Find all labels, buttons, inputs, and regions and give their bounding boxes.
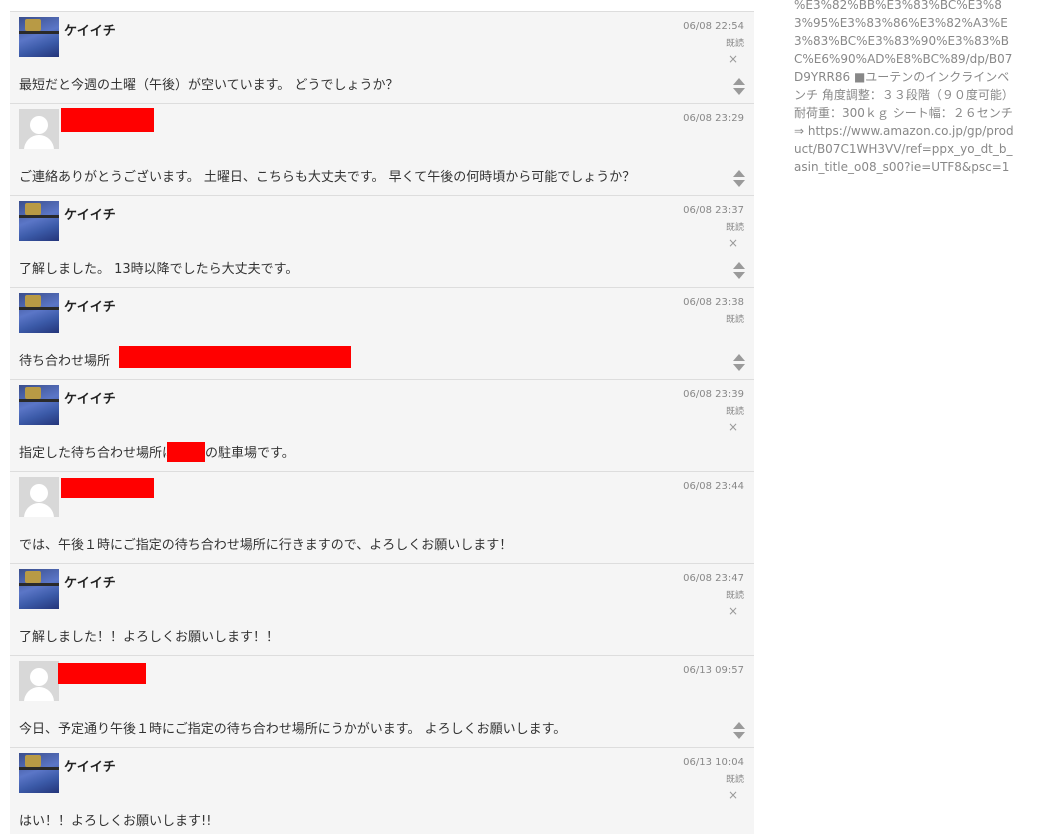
message-thread: ケイイチ 06/08 22:54 既読 × 最短だと今週の土曜（午後）が空いてい… — [10, 0, 754, 834]
message-timestamp: 06/08 23:39 — [683, 389, 744, 400]
message-timestamp: 06/08 23:44 — [683, 481, 744, 492]
message-timestamp: 06/13 10:04 — [683, 757, 744, 768]
message-timestamp: 06/08 23:47 — [683, 573, 744, 584]
redacted-name — [58, 663, 146, 684]
read-status: 既読 — [725, 223, 744, 233]
avatar[interactable] — [19, 753, 59, 793]
message-text: ご連絡ありがとうございます。 土曜日、こちらも大丈夫です。 早くて午後の何時頃か… — [19, 170, 636, 185]
delete-message-icon[interactable]: × — [728, 604, 738, 618]
message-timestamp: 06/13 09:57 — [683, 665, 744, 676]
delete-message-icon[interactable]: × — [728, 420, 738, 434]
message-item: ケイイチ 06/13 10:04 既読 × はい！！よろしくお願いします!! — [10, 748, 754, 834]
avatar[interactable] — [19, 201, 59, 241]
redacted-location — [119, 346, 351, 368]
message-text-before: 指定した待ち合わせ場所は — [19, 446, 176, 461]
redacted-location — [167, 442, 206, 462]
avatar[interactable] — [19, 293, 59, 333]
sender-name: ケイイチ — [64, 24, 116, 39]
read-status: 既読 — [725, 39, 744, 49]
sender-name: ケイイチ — [64, 392, 116, 407]
default-avatar-icon[interactable] — [19, 109, 59, 149]
message-item: ケイイチ 06/08 22:54 既読 × 最短だと今週の土曜（午後）が空いてい… — [10, 12, 754, 104]
message-item: ケイイチ 06/08 23:37 既読 × 了解しました。 13時以降でしたら大… — [10, 196, 754, 288]
message-text: 待ち合わせ場所 — [19, 354, 111, 369]
message-item: ケイイチ 06/08 23:38 既読 待ち合わせ場所 — [10, 288, 754, 380]
message-timestamp: 06/08 23:38 — [683, 297, 744, 308]
message-text: 了解しました！！よろしくお願いします！！ — [19, 630, 280, 645]
sender-name: ケイイチ — [64, 208, 116, 223]
sort-arrows-icon[interactable] — [733, 78, 745, 96]
sender-name: ケイイチ — [64, 760, 116, 775]
default-avatar-icon[interactable] — [19, 477, 59, 517]
message-item: 06/13 09:57 今日、予定通り午後１時にご指定の待ち合わせ場所にうかがい… — [10, 656, 754, 748]
sort-arrows-icon[interactable] — [733, 262, 745, 280]
avatar[interactable] — [19, 569, 59, 609]
message-item: ケイイチ 06/08 23:39 既読 × 指定した待ち合わせ場所は の駐車場です… — [10, 380, 754, 472]
delete-message-icon[interactable]: × — [728, 788, 738, 802]
message-text: 了解しました。 13時以降でしたら大丈夫です。 — [19, 262, 299, 277]
sort-arrows-icon[interactable] — [733, 170, 745, 188]
message-timestamp: 06/08 23:29 — [683, 113, 744, 124]
read-status: 既読 — [725, 315, 744, 325]
message-item: ケイイチ 06/08 23:47 既読 × 了解しました！！よろしくお願いします… — [10, 564, 754, 656]
delete-message-icon[interactable]: × — [728, 52, 738, 66]
sender-name: ケイイチ — [64, 300, 116, 315]
message-text-after: の駐車場です。 — [205, 446, 295, 461]
sort-arrows-icon[interactable] — [733, 354, 745, 372]
message-text: はい！！よろしくお願いします!! — [19, 814, 212, 829]
read-status: 既読 — [725, 591, 744, 601]
message-item: 06/08 23:44 では、午後１時にご指定の待ち合わせ場所に行きますので、よ… — [10, 472, 754, 564]
redacted-name — [61, 478, 154, 498]
message-text: 最短だと今週の土曜（午後）が空いています。 どうでしょうか？ — [19, 78, 399, 93]
message-text: 指定した待ち合わせ場所は の駐車場です。 — [19, 442, 295, 462]
default-avatar-icon[interactable] — [19, 661, 59, 701]
sender-name: ケイイチ — [64, 576, 116, 591]
read-status: 既読 — [725, 775, 744, 785]
message-text: 今日、予定通り午後１時にご指定の待ち合わせ場所にうかがいます。 よろしくお願いし… — [19, 722, 567, 737]
message-timestamp: 06/08 23:37 — [683, 205, 744, 216]
delete-message-icon[interactable]: × — [728, 236, 738, 250]
sidebar-product-text: %E3%82%BB%E3%83%BC%E3%83%95%E3%83%86%E3%… — [794, 0, 1018, 174]
message-timestamp: 06/08 22:54 — [683, 21, 744, 32]
message-item: 06/08 23:29 ご連絡ありがとうございます。 土曜日、こちらも大丈夫です… — [10, 104, 754, 196]
read-status: 既読 — [725, 407, 744, 417]
avatar[interactable] — [19, 385, 59, 425]
message-text: では、午後１時にご指定の待ち合わせ場所に行きますので、よろしくお願いします！ — [19, 538, 513, 553]
redacted-name — [61, 108, 154, 132]
avatar[interactable] — [19, 17, 59, 57]
sort-arrows-icon[interactable] — [733, 722, 745, 740]
